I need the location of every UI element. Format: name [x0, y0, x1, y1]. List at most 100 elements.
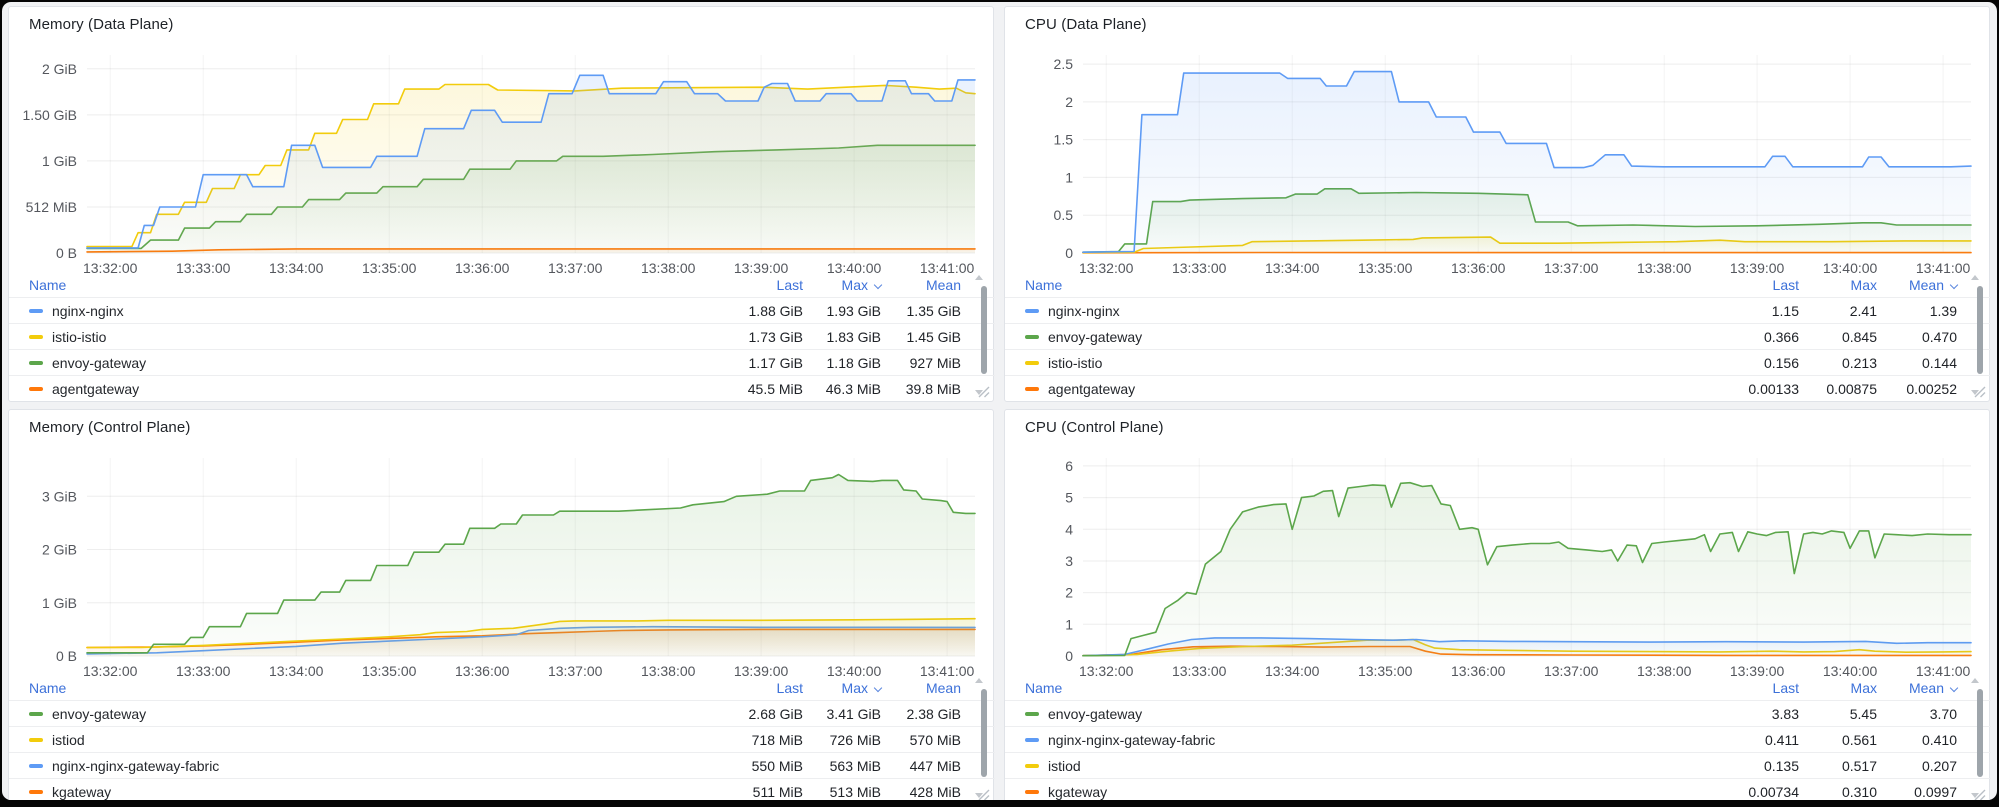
legend-col-name[interactable]: Name — [29, 680, 653, 696]
legend-row[interactable]: istio-istio0.1560.2130.144 — [1005, 349, 1991, 375]
time-series-chart[interactable]: 13:32:00 13:33:00 13:34:00 13:35:00 13:36:00… — [1005, 41, 1991, 273]
legend-row[interactable]: nginx-nginx1.152.411.39 — [1005, 297, 1991, 323]
legend-col-name[interactable]: Name — [1025, 277, 1649, 293]
scroll-up-icon[interactable] — [1971, 275, 1979, 280]
panel-resize-handle[interactable] — [978, 386, 990, 398]
legend-row[interactable]: envoy-gateway3.835.453.70 — [1005, 700, 1991, 726]
scroll-up-icon[interactable] — [975, 275, 983, 280]
scrollbar-thumb[interactable] — [1977, 286, 1983, 374]
x-tick-label: 13:36:00 — [1451, 260, 1506, 273]
y-tick-label: 0 — [1065, 245, 1073, 261]
legend-col-name[interactable]: Name — [1025, 680, 1649, 696]
series-last-value: 0.366 — [1649, 329, 1799, 345]
panel-cpu-data-plane: CPU (Data Plane) 13:32:0013:33:0013:34:0… — [1004, 6, 1990, 402]
legend-header: Name Last Max Mean — [1005, 678, 1991, 698]
series-name: kgateway — [1048, 784, 1649, 800]
y-tick-label: 0 — [1065, 648, 1073, 664]
legend-scrollbar[interactable] — [974, 676, 988, 800]
x-tick-label: 13:32:00 — [1079, 260, 1134, 273]
series-color-swatch — [29, 738, 43, 742]
legend-row[interactable]: nginx-nginx-gateway-fabric550 MiB563 MiB… — [9, 752, 995, 778]
chart-svg: 13:32:0013:33:0013:34:0013:35:0013:36:00… — [9, 41, 995, 273]
legend-col-mean[interactable]: Mean — [1877, 277, 1957, 293]
legend-row[interactable]: agentgateway45.5 MiB46.3 MiB39.8 MiB — [9, 375, 995, 401]
legend-scrollbar[interactable] — [1970, 273, 1984, 399]
x-tick-label: 13:36:00 — [455, 260, 510, 273]
legend-col-last[interactable]: Last — [1649, 680, 1799, 696]
legend-scrollbar[interactable] — [1970, 676, 1984, 800]
time-series-chart[interactable]: 13:32:0013:33:0013:34:0013:35:0013:36:00… — [9, 444, 995, 676]
x-tick-label: 13:35:00 — [1358, 260, 1413, 273]
legend-row[interactable]: nginx-nginx1.88 GiB1.93 GiB1.35 GiB — [9, 297, 995, 323]
legend-row[interactable]: envoy-gateway1.17 GiB1.18 GiB927 MiB — [9, 349, 995, 375]
legend-col-max[interactable]: Max — [1799, 680, 1877, 696]
legend-row[interactable]: istiod718 MiB726 MiB570 MiB — [9, 726, 995, 752]
legend-row[interactable]: istio-istio1.73 GiB1.83 GiB1.45 GiB — [9, 323, 995, 349]
y-tick-label: 2 GiB — [42, 542, 77, 558]
series-color-swatch — [29, 712, 43, 716]
legend-row[interactable]: agentgateway0.001330.008750.00252 — [1005, 375, 1991, 401]
series-max-value: 563 MiB — [803, 758, 881, 774]
series-max-value: 0.213 — [1799, 355, 1877, 371]
legend-col-mean[interactable]: Mean — [881, 680, 961, 696]
legend-header: Name Last Max Mean — [9, 275, 995, 295]
panel-memory-data-plane: Memory (Data Plane) 13:32:0013:33:0013:3… — [8, 6, 994, 402]
series-last-value: 0.135 — [1649, 758, 1799, 774]
x-tick-label: 13:39:00 — [1730, 663, 1785, 676]
scrollbar-thumb[interactable] — [1977, 689, 1983, 777]
legend-row[interactable]: kgateway0.007340.3100.0997 — [1005, 778, 1991, 800]
x-tick-label: 13:40:00 — [827, 260, 882, 273]
series-max-value: 1.83 GiB — [803, 329, 881, 345]
series-last-value: 1.17 GiB — [653, 355, 803, 371]
series-name: agentgateway — [1048, 381, 1649, 397]
series-name: istio-istio — [1048, 355, 1649, 371]
chart-svg: 13:32:00 13:33:00 13:34:00 13:35:00 13:36:00… — [1005, 41, 1991, 273]
scroll-up-icon[interactable] — [975, 678, 983, 683]
panel-title: Memory (Control Plane) — [29, 419, 190, 436]
legend-row[interactable]: nginx-nginx-gateway-fabric0.4110.5610.41… — [1005, 726, 1991, 752]
scrollbar-thumb[interactable] — [981, 689, 987, 777]
legend-col-max[interactable]: Max — [803, 277, 881, 293]
legend-col-last[interactable]: Last — [653, 277, 803, 293]
legend-col-last[interactable]: Last — [1649, 277, 1799, 293]
panel-memory-control-plane: Memory (Control Plane) 13:32:0013:33:001… — [8, 409, 994, 800]
time-series-chart[interactable]: 13:32:0013:33:0013:34:0013:35:0013:36:00… — [9, 41, 995, 273]
y-tick-label: 1.5 — [1054, 132, 1074, 148]
x-tick-label: 13:33:00 — [1172, 260, 1227, 273]
legend-scrollbar[interactable] — [974, 273, 988, 399]
legend-col-last[interactable]: Last — [653, 680, 803, 696]
series-name: istiod — [1048, 758, 1649, 774]
legend-col-mean[interactable]: Mean — [1877, 680, 1957, 696]
series-color-swatch — [1025, 309, 1039, 313]
panel-resize-handle[interactable] — [978, 789, 990, 800]
legend-col-max[interactable]: Max — [1799, 277, 1877, 293]
series-name: envoy-gateway — [52, 706, 653, 722]
panel-resize-handle[interactable] — [1974, 789, 1986, 800]
legend-row[interactable]: envoy-gateway2.68 GiB3.41 GiB2.38 GiB — [9, 700, 995, 726]
series-mean-value: 1.39 — [1877, 303, 1957, 319]
scrollbar-thumb[interactable] — [981, 286, 987, 374]
panel-title: Memory (Data Plane) — [29, 16, 173, 33]
series-mean-value: 447 MiB — [881, 758, 961, 774]
legend-col-max[interactable]: Max — [803, 680, 881, 696]
y-tick-label: 2 GiB — [42, 61, 77, 77]
chart-svg: 13:32:0013:33:0013:34:0013:35:0013:36:00… — [9, 444, 995, 676]
sort-caret-icon — [1950, 684, 1958, 692]
legend-col-name[interactable]: Name — [29, 277, 653, 293]
x-tick-label: 13:34:00 — [1265, 260, 1320, 273]
legend-row[interactable]: kgateway511 MiB513 MiB428 MiB — [9, 778, 995, 800]
x-tick-label: 13:37:00 — [1544, 663, 1599, 676]
panel-resize-handle[interactable] — [1974, 386, 1986, 398]
x-tick-label: 13:32:00 — [83, 663, 138, 676]
legend-row[interactable]: istiod0.1350.5170.207 — [1005, 752, 1991, 778]
legend-header: Name Last Max Mean — [1005, 275, 1991, 295]
legend-row[interactable]: envoy-gateway0.3660.8450.470 — [1005, 323, 1991, 349]
time-series-chart[interactable]: 13:32:0013:33:0013:34:0013:35:0013:36:00… — [1005, 444, 1991, 676]
x-tick-label: 13:35:00 — [362, 663, 417, 676]
legend-col-mean[interactable]: Mean — [881, 277, 961, 293]
scroll-up-icon[interactable] — [1971, 678, 1979, 683]
series-area-nginx-nginx — [1083, 72, 1971, 253]
series-color-swatch — [29, 764, 43, 768]
series-mean-value: 0.207 — [1877, 758, 1957, 774]
series-area-envoy-gateway — [1083, 483, 1971, 656]
